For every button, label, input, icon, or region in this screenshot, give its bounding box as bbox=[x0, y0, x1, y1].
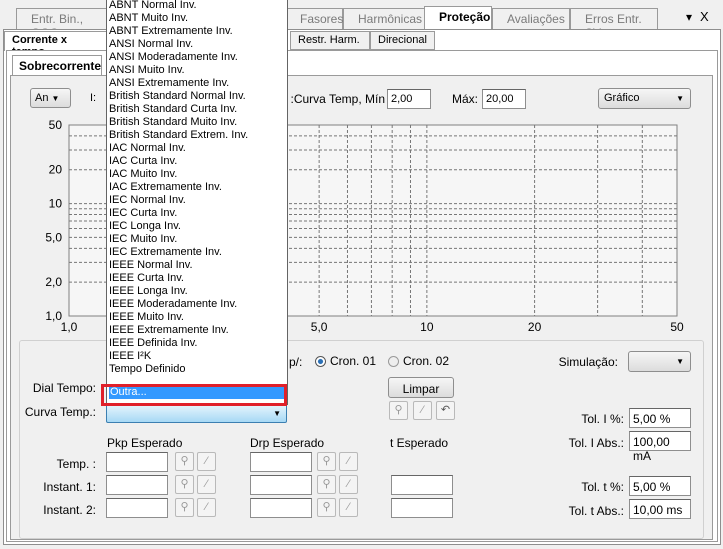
tol-i-pct-input[interactable]: 5,00 % bbox=[629, 408, 691, 428]
dropdown-item[interactable]: IEEE Moderadamente Inv. bbox=[109, 298, 237, 311]
dropdown-item[interactable]: ANSI Extremamente Inv. bbox=[109, 77, 229, 90]
dropdown-item[interactable]: British Standard Normal Inv. bbox=[109, 90, 246, 103]
y-tick-label: 2,0 bbox=[45, 275, 62, 289]
t-header: t Esperado bbox=[390, 436, 449, 450]
dropdown-item[interactable]: ABNT Normal Inv. bbox=[109, 0, 197, 12]
x-tick-label: 50 bbox=[670, 320, 684, 334]
search-icon[interactable]: ⚲ bbox=[317, 475, 336, 494]
x-tick-label: 20 bbox=[528, 320, 542, 334]
dropdown-item[interactable]: British Standard Curta Inv. bbox=[109, 103, 237, 116]
y-tick-label: 1,0 bbox=[45, 309, 62, 323]
dropdown-item[interactable]: IEEE Extremamente Inv. bbox=[109, 324, 229, 337]
dropdown-item[interactable]: IEC Curta Inv. bbox=[109, 207, 177, 220]
radio-checked-icon bbox=[315, 356, 326, 367]
dial-tempo-label: Dial Tempo: bbox=[32, 381, 96, 395]
search-icon[interactable]: ⚲ bbox=[175, 475, 194, 494]
dropdown-item[interactable]: IAC Muito Inv. bbox=[109, 168, 177, 181]
x-tick-label: 5,0 bbox=[311, 320, 328, 334]
drp-instant1-input[interactable] bbox=[250, 475, 312, 495]
dropdown-item[interactable]: ABNT Muito Inv. bbox=[109, 12, 188, 25]
tol-t-abs-input[interactable]: 10,00 ms bbox=[629, 499, 691, 519]
dropdown-item[interactable]: ABNT Extremamente Inv. bbox=[109, 25, 233, 38]
broom-icon[interactable]: ⁄ bbox=[339, 498, 358, 517]
y-tick-label: 20 bbox=[49, 163, 63, 177]
t-instant2-input[interactable] bbox=[391, 498, 453, 518]
highlight-box bbox=[101, 384, 287, 406]
tol-t-pct-input[interactable]: 5,00 % bbox=[629, 476, 691, 496]
x-tick-label: 10 bbox=[420, 320, 434, 334]
curve-dropdown-list[interactable]: Outra... ABNT Normal Inv. ABNT Muito Inv.… bbox=[106, 0, 288, 405]
broom-icon[interactable]: ⁄ bbox=[339, 475, 358, 494]
pkp-header: Pkp Esperado bbox=[107, 436, 183, 450]
search-icon[interactable]: ⚲ bbox=[317, 498, 336, 517]
dropdown-item[interactable]: IAC Extremamente Inv. bbox=[109, 181, 222, 194]
simulacao-label: Simulação: bbox=[558, 355, 618, 369]
dropdown-item[interactable]: ANSI Muito Inv. bbox=[109, 64, 185, 77]
cron02-radio[interactable]: Cron. 02 bbox=[388, 354, 449, 368]
dropdown-item[interactable]: IEEE Longa Inv. bbox=[109, 285, 188, 298]
y-tick-label: 10 bbox=[49, 197, 63, 211]
dropdown-item[interactable]: ANSI Normal Inv. bbox=[109, 38, 193, 51]
broom-icon[interactable]: ⁄ bbox=[197, 475, 216, 494]
chevron-down-icon: ▼ bbox=[676, 357, 684, 366]
search-icon[interactable]: ⚲ bbox=[389, 401, 408, 420]
tol-i-pct-label: Tol. I %: bbox=[581, 412, 624, 426]
tol-t-pct-label: Tol. t %: bbox=[581, 480, 624, 494]
tol-t-abs-label: Tol. t Abs.: bbox=[568, 504, 624, 518]
chevron-down-icon: ▼ bbox=[273, 409, 281, 418]
search-icon[interactable]: ⚲ bbox=[175, 452, 194, 471]
broom-icon[interactable]: ⁄ bbox=[197, 452, 216, 471]
dropdown-item[interactable]: Tempo Definido bbox=[109, 363, 185, 376]
dropdown-item[interactable]: British Standard Muito Inv. bbox=[109, 116, 237, 129]
curva-temp-label: Curva Temp.: bbox=[24, 405, 96, 419]
curva-temp-select[interactable]: ▼ bbox=[106, 403, 287, 423]
t-instant1-input[interactable] bbox=[391, 475, 453, 495]
dropdown-item[interactable]: ANSI Moderadamente Inv. bbox=[109, 51, 238, 64]
drp-instant2-input[interactable] bbox=[250, 498, 312, 518]
x-tick-label: 1,0 bbox=[61, 320, 78, 334]
row-label-instant1: Instant. 1: bbox=[43, 480, 96, 494]
dropdown-item[interactable]: IEC Normal Inv. bbox=[109, 194, 186, 207]
broom-icon[interactable]: ⁄ bbox=[197, 498, 216, 517]
dropdown-item[interactable]: IEC Muito Inv. bbox=[109, 233, 177, 246]
tol-i-abs-label: Tol. I Abs.: bbox=[568, 436, 624, 450]
dropdown-item[interactable]: IEEE Muito Inv. bbox=[109, 311, 184, 324]
dropdown-item[interactable]: IEEE Normal Inv. bbox=[109, 259, 193, 272]
limpar-button[interactable]: Limpar bbox=[388, 377, 454, 398]
dropdown-item[interactable]: British Standard Extrem. Inv. bbox=[109, 129, 248, 142]
dropdown-item[interactable]: IEEE I²K bbox=[109, 350, 151, 363]
pkp-temp-input[interactable] bbox=[106, 452, 168, 472]
search-icon[interactable]: ⚲ bbox=[317, 452, 336, 471]
dropdown-item[interactable]: IAC Normal Inv. bbox=[109, 142, 186, 155]
broom-icon[interactable]: ⁄ bbox=[339, 452, 358, 471]
dropdown-item[interactable]: IEEE Definida Inv. bbox=[109, 337, 197, 350]
temp-label-partial: p/: bbox=[289, 355, 303, 369]
pkp-instant2-input[interactable] bbox=[106, 498, 168, 518]
dropdown-item[interactable]: IEC Longa Inv. bbox=[109, 220, 181, 233]
row-label-instant2: Instant. 2: bbox=[43, 503, 96, 517]
y-tick-label: 5,0 bbox=[45, 230, 62, 244]
dropdown-item[interactable]: IAC Curta Inv. bbox=[109, 155, 177, 168]
search-icon[interactable]: ⚲ bbox=[175, 498, 194, 517]
row-label-temp: Temp. : bbox=[56, 457, 96, 471]
y-tick-label: 50 bbox=[49, 118, 63, 132]
tol-i-abs-input[interactable]: 100,00 mA bbox=[629, 431, 691, 463]
drp-header: Drp Esperado bbox=[250, 436, 325, 450]
dropdown-item[interactable]: IEC Extremamente Inv. bbox=[109, 246, 222, 259]
simulacao-select[interactable]: ▼ bbox=[628, 351, 691, 372]
cron01-label: Cron. 01 bbox=[330, 354, 377, 368]
undo-icon[interactable]: ↶ bbox=[436, 401, 455, 420]
drp-temp-input[interactable] bbox=[250, 452, 312, 472]
cron02-label: Cron. 02 bbox=[403, 354, 450, 368]
broom-icon[interactable]: ⁄ bbox=[413, 401, 432, 420]
radio-unchecked-icon bbox=[388, 356, 399, 367]
dropdown-item[interactable]: IEEE Curta Inv. bbox=[109, 272, 184, 285]
pkp-instant1-input[interactable] bbox=[106, 475, 168, 495]
cron01-radio[interactable]: Cron. 01 bbox=[315, 354, 376, 368]
